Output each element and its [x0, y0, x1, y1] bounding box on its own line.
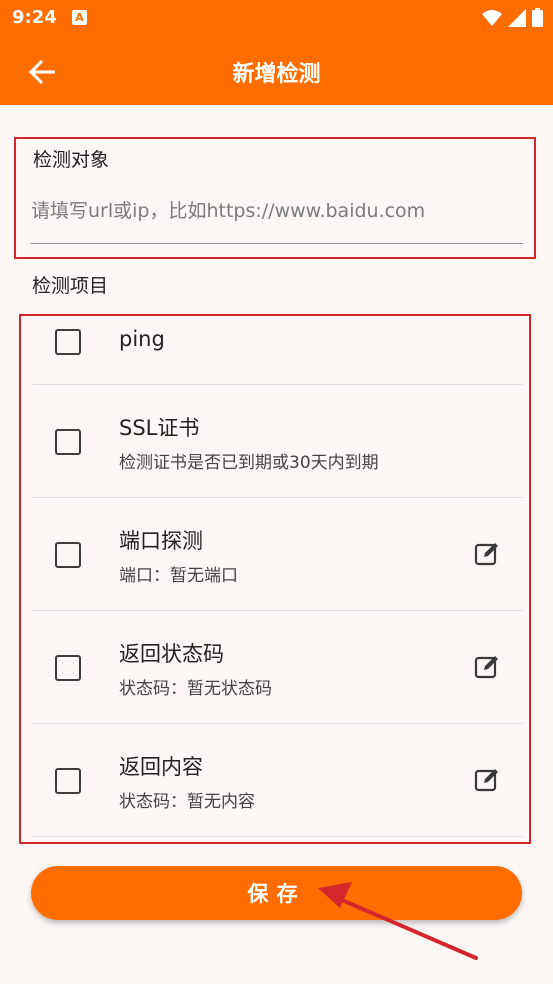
target-field: 检测对象: [14, 137, 536, 259]
save-button[interactable]: 保存: [31, 866, 522, 920]
app-bar: 新增检测: [0, 36, 553, 105]
item-title: 返回状态码: [119, 642, 224, 666]
edit-icon[interactable]: [473, 766, 501, 794]
content-checkbox[interactable]: [55, 768, 81, 794]
list-item-content[interactable]: 返回内容 状态码：暂无内容: [33, 724, 523, 837]
item-title: SSL证书: [119, 416, 200, 440]
battery-icon: [532, 8, 543, 27]
status-code-checkbox[interactable]: [55, 655, 81, 681]
detection-items-list: ping SSL证书 检测证书是否已到期或30天内到期 端口探测 端口：暂无端口…: [19, 314, 531, 844]
list-item-ssl[interactable]: SSL证书 检测证书是否已到期或30天内到期: [33, 385, 523, 498]
item-subtitle: 状态码：暂无状态码: [119, 679, 272, 699]
ssl-checkbox[interactable]: [55, 429, 81, 455]
item-subtitle: 端口：暂无端口: [119, 566, 238, 586]
status-time: 9:24: [12, 7, 57, 28]
notification-icon: A: [72, 10, 87, 25]
item-title: 端口探测: [119, 529, 203, 553]
list-item-port[interactable]: 端口探测 端口：暂无端口: [33, 498, 523, 611]
input-underline: [31, 243, 523, 244]
list-item-status-code[interactable]: 返回状态码 状态码：暂无状态码: [33, 611, 523, 724]
item-title: 返回内容: [119, 755, 203, 779]
status-icons: [482, 8, 543, 27]
edit-icon[interactable]: [473, 540, 501, 568]
target-input[interactable]: [31, 191, 523, 231]
target-label: 检测对象: [33, 149, 110, 171]
ping-checkbox[interactable]: [55, 329, 81, 355]
item-subtitle: 检测证书是否已到期或30天内到期: [119, 453, 379, 473]
page-title: 新增检测: [232, 62, 321, 87]
list-item-ping[interactable]: ping: [33, 316, 523, 385]
wifi-icon: [482, 9, 502, 26]
port-checkbox[interactable]: [55, 542, 81, 568]
signal-icon: [508, 8, 526, 27]
edit-icon[interactable]: [473, 653, 501, 681]
status-bar: 9:24 A: [0, 0, 553, 36]
item-title: ping: [119, 327, 165, 351]
item-subtitle: 状态码：暂无内容: [119, 792, 255, 812]
header: 9:24 A 新增检测: [0, 0, 553, 105]
items-section-label: 检测项目: [32, 275, 109, 297]
